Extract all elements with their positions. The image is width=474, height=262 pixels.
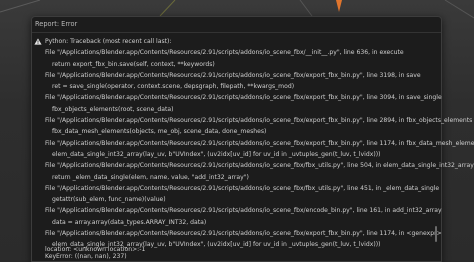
traceback-line-text: File "/Applications/Blender.app/Contents… [45,184,440,192]
traceback-line-text: fbx_objects_elements(root, scene_data) [52,105,174,113]
error-report-popup: Report: Error Python: Traceback (most re… [31,16,474,262]
traceback-line: fbx_objects_elements(root, scene_data) [32,104,441,115]
warning-icon [34,38,42,45]
traceback-line-text: getattr(sub_elem, func_name)(value) [52,196,166,204]
traceback-line-text: data = array.array(data_types.ARRAY_INT3… [52,218,207,226]
traceback-line-text: ret = save_single(operator, context.scen… [52,83,295,91]
traceback-line: fbx_data_mesh_elements(objects, me_obj, … [32,126,441,137]
traceback-line: File "/Applications/Blender.app/Contents… [32,183,441,194]
traceback-line-text: File "/Applications/Blender.app/Contents… [45,49,404,57]
traceback-line-text: File "/Applications/Blender.app/Contents… [45,162,474,170]
traceback-line-text: File "/Applications/Blender.app/Contents… [45,71,421,79]
traceback-line: File "/Applications/Blender.app/Contents… [32,205,442,216]
traceback-line: elem_data_single_int32_array(lay_uv, b"U… [32,149,441,160]
traceback-line-text: File "/Applications/Blender.app/Contents… [45,207,442,215]
traceback-line: data = array.array(data_types.ARRAY_INT3… [32,217,441,228]
traceback-line-text: return export_fbx_bin.save(self, context… [52,60,215,68]
traceback-line-text: elem_data_single_int32_array(lay_uv, b"U… [52,150,381,158]
traceback-line-text: Python: Traceback (most recent call last… [45,38,172,45]
traceback-line: File "/Applications/Blender.app/Contents… [32,92,442,103]
traceback-line: Python: Traceback (most recent call last… [32,36,441,47]
traceback-line-text: fbx_data_mesh_elements(objects, me_obj, … [52,128,267,136]
traceback-line: File "/Applications/Blender.app/Contents… [32,138,474,149]
traceback-line: return export_fbx_bin.save(self, context… [32,59,441,70]
traceback-line: getattr(sub_elem, func_name)(value) [32,194,441,205]
traceback-line-text: File "/Applications/Blender.app/Contents… [45,139,474,147]
traceback-line-text: File "/Applications/Blender.app/Contents… [45,94,442,102]
traceback-line: File "/Applications/Blender.app/Contents… [32,70,441,81]
traceback-line-text: KeyError: ((nan, nan), 237) [45,252,127,260]
traceback-line: ret = save_single(operator, context.scen… [32,81,441,92]
traceback-line: File "/Applications/Blender.app/Contents… [32,228,442,239]
traceback-line-text: return _elem_data_single(elem, name, val… [52,173,249,181]
popup-title: Report: Error [35,20,78,28]
traceback-line-text: File "/Applications/Blender.app/Contents… [45,230,442,238]
traceback-text: Python: Traceback (most recent call last… [32,36,474,262]
scrollbar-thumb[interactable] [435,226,437,243]
traceback-line: File "/Applications/Blender.app/Contents… [32,47,441,58]
location-text: location: <unknown location>:-1 [45,246,146,253]
traceback-line: File "/Applications/Blender.app/Contents… [32,160,474,171]
traceback-line: return _elem_data_single(elem, name, val… [32,172,441,183]
traceback-line: File "/Applications/Blender.app/Contents… [32,115,472,126]
traceback-line-text: File "/Applications/Blender.app/Contents… [45,117,473,125]
title-divider [32,32,441,33]
